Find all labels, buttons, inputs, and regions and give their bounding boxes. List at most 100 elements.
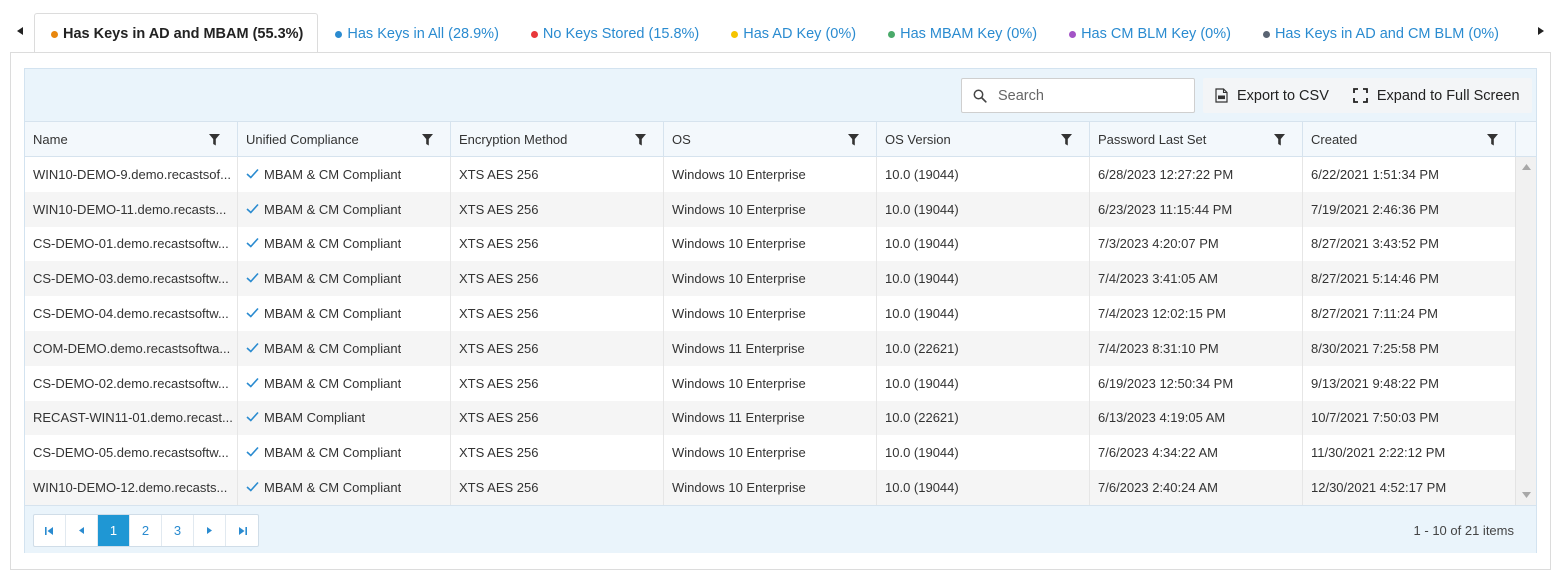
scroll-up-button[interactable]: [1516, 157, 1536, 177]
cell-encryption: XTS AES 256: [451, 330, 664, 366]
expand-icon: [1352, 88, 1368, 103]
table-row[interactable]: WIN10-DEMO-9.demo.recastsof... MBAM & CM …: [25, 157, 1515, 192]
cell-compliance: MBAM & CM Compliant: [238, 157, 451, 192]
caret-down-icon: [1521, 492, 1531, 498]
previous-page-button[interactable]: [66, 515, 98, 546]
cell-encryption: XTS AES 256: [451, 400, 664, 436]
cell-text: 10.0 (19044): [885, 236, 959, 252]
table-row[interactable]: WIN10-DEMO-11.demo.recasts... MBAM & CM C…: [25, 191, 1515, 227]
tab-label: Has CM BLM Key (0%): [1081, 25, 1231, 42]
column-header-label: OS Version: [885, 131, 951, 147]
tab-scroll-right-button[interactable]: [1531, 18, 1551, 44]
cell-name: CS-DEMO-03.demo.recastsoftw...: [25, 261, 238, 297]
tab-scroll-left-button[interactable]: [10, 18, 30, 44]
cell-text: CS-DEMO-02.demo.recastsoftw...: [33, 375, 229, 391]
filter-icon[interactable]: [422, 134, 433, 149]
last-page-button[interactable]: [226, 515, 258, 546]
scroll-down-button[interactable]: [1516, 485, 1536, 505]
cell-os: Windows 10 Enterprise: [664, 191, 877, 227]
cell-password-last-set: 6/19/2023 12:50:34 PM: [1090, 365, 1303, 401]
tab-1[interactable]: Has Keys in All (28.9%): [318, 14, 514, 52]
page-1-button[interactable]: 1: [98, 515, 130, 546]
cell-text: 7/4/2023 12:02:15 PM: [1098, 306, 1226, 322]
cell-compliance: MBAM & CM Compliant: [238, 226, 451, 262]
table-header: Name Unified Compliance Encryption Method O…: [25, 121, 1536, 157]
cell-os: Windows 10 Enterprise: [664, 157, 877, 192]
filter-icon[interactable]: [1487, 134, 1498, 149]
cell-password-last-set: 6/23/2023 11:15:44 PM: [1090, 191, 1303, 227]
cell-compliance: MBAM & CM Compliant: [238, 296, 451, 331]
table-row[interactable]: CS-DEMO-02.demo.recastsoftw... MBAM & CM …: [25, 365, 1515, 401]
tab-6[interactable]: Has Keys in AD and CM BLM (0%): [1246, 14, 1514, 52]
column-header-name[interactable]: Name: [25, 122, 238, 156]
column-header-encryption[interactable]: Encryption Method: [451, 122, 664, 156]
check-icon: [246, 202, 259, 217]
grid-toolbar: Export to CSV Expand to Full Screen: [25, 69, 1536, 121]
cell-text: XTS AES 256: [459, 201, 539, 217]
cell-text: 7/6/2023 2:40:24 AM: [1098, 480, 1218, 496]
cell-text: 12/30/2021 4:52:17 PM: [1311, 480, 1447, 496]
cell-text: 6/13/2023 4:19:05 AM: [1098, 410, 1226, 426]
column-header-label: Name: [33, 131, 68, 147]
cell-text: Windows 10 Enterprise: [672, 271, 806, 287]
cell-text: 8/27/2021 5:14:46 PM: [1311, 271, 1439, 287]
cell-text: CS-DEMO-04.demo.recastsoftw...: [33, 306, 229, 322]
cell-compliance: MBAM & CM Compliant: [238, 330, 451, 366]
cell-text: XTS AES 256: [459, 410, 539, 426]
table-row[interactable]: CS-DEMO-04.demo.recastsoftw... MBAM & CM …: [25, 296, 1515, 331]
page-3-button[interactable]: 3: [162, 515, 194, 546]
tab-4[interactable]: Has MBAM Key (0%): [871, 14, 1052, 52]
first-page-button[interactable]: [34, 515, 66, 546]
filter-icon[interactable]: [1274, 134, 1285, 149]
table-row[interactable]: CS-DEMO-03.demo.recastsoftw... MBAM & CM …: [25, 261, 1515, 297]
table-row[interactable]: COM-DEMO.demo.recastsoftwa... MBAM & CM C…: [25, 330, 1515, 366]
cell-password-last-set: 6/13/2023 4:19:05 AM: [1090, 400, 1303, 436]
cell-encryption: XTS AES 256: [451, 470, 664, 505]
filter-icon[interactable]: [635, 134, 646, 149]
toolbar-button-group: Export to CSV Expand to Full Screen: [1203, 78, 1532, 113]
search-input[interactable]: [998, 87, 1178, 104]
cell-text: CS-DEMO-05.demo.recastsoftw...: [33, 445, 229, 461]
cell-text: MBAM & CM Compliant: [264, 340, 402, 356]
tab-content-panel: Export to CSV Expand to Full Screen Name…: [10, 52, 1551, 570]
cell-os: Windows 11 Enterprise: [664, 400, 877, 436]
filter-icon[interactable]: [1061, 134, 1072, 149]
vertical-scrollbar[interactable]: [1515, 157, 1536, 505]
table-row[interactable]: WIN10-DEMO-12.demo.recasts... MBAM & CM C…: [25, 470, 1515, 505]
table-row[interactable]: CS-DEMO-05.demo.recastsoftw... MBAM & CM …: [25, 435, 1515, 471]
cell-text: 10/7/2021 7:50:03 PM: [1311, 410, 1439, 426]
column-header-password-last-set[interactable]: Password Last Set: [1090, 122, 1303, 156]
table-row[interactable]: CS-DEMO-01.demo.recastsoftw... MBAM & CM …: [25, 226, 1515, 262]
tab-3[interactable]: Has AD Key (0%): [714, 14, 871, 52]
cell-text: Windows 10 Enterprise: [672, 236, 806, 252]
column-header-compliance[interactable]: Unified Compliance: [238, 122, 451, 156]
tab-strip: Has Keys in AD and MBAM (55.3%) Has Keys …: [10, 10, 1551, 53]
filter-icon[interactable]: [848, 134, 859, 149]
csv-file-icon: [1215, 88, 1228, 103]
tab-2[interactable]: No Keys Stored (15.8%): [514, 14, 714, 52]
expand-full-screen-button[interactable]: Expand to Full Screen: [1341, 78, 1532, 113]
tab-0[interactable]: Has Keys in AD and MBAM (55.3%): [34, 13, 319, 53]
cell-text: XTS AES 256: [459, 271, 539, 287]
cell-created: 11/30/2021 2:22:12 PM: [1303, 435, 1515, 470]
cell-text: MBAM & CM Compliant: [264, 201, 402, 217]
column-header-created[interactable]: Created: [1303, 122, 1516, 156]
cell-text: 7/3/2023 4:20:07 PM: [1098, 236, 1219, 252]
filter-icon[interactable]: [209, 134, 220, 149]
page-2-button[interactable]: 2: [130, 515, 162, 546]
tab-status-dot: [335, 31, 343, 38]
column-header-label: Encryption Method: [459, 131, 568, 147]
table-row[interactable]: RECAST-WIN11-01.demo.recast... MBAM Compl…: [25, 400, 1515, 436]
cell-text: MBAM & CM Compliant: [264, 445, 402, 461]
cell-text: CS-DEMO-03.demo.recastsoftw...: [33, 271, 229, 287]
column-header-label: Created: [1311, 131, 1358, 147]
tab-5[interactable]: Has CM BLM Key (0%): [1052, 14, 1246, 52]
cell-text: 7/19/2021 2:46:36 PM: [1311, 201, 1439, 217]
column-header-os-version[interactable]: OS Version: [877, 122, 1090, 156]
next-page-button[interactable]: [194, 515, 226, 546]
export-csv-button[interactable]: Export to CSV: [1203, 78, 1341, 113]
cell-text: XTS AES 256: [459, 236, 539, 252]
cell-text: WIN10-DEMO-9.demo.recastsof...: [33, 166, 231, 182]
column-header-os[interactable]: OS: [664, 122, 877, 156]
search-box[interactable]: [961, 78, 1195, 113]
